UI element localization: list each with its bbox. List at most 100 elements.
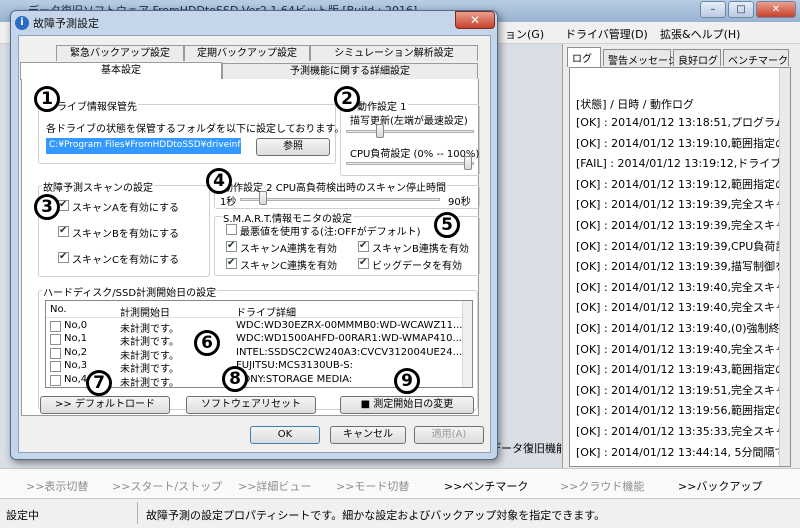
log-line: [OK] : 2014/01/12 13:19:51,完全スキャ: [576, 383, 786, 397]
worst-value-label: 最悪値を使用する(注:OFFがデフォルト): [240, 227, 421, 238]
start-stop-button[interactable]: >>スタート/ストップ: [112, 478, 222, 494]
scan-c-label: スキャンCを有効にする: [72, 255, 180, 266]
benchmark-button[interactable]: >>ベンチマーク: [444, 478, 528, 494]
bottom-action-bar: >>表示切替 >>スタート/ストップ >>詳細ビュー >>モード切替 >>ベンチ…: [0, 468, 800, 498]
cpu-load-track: [346, 162, 474, 165]
draw-update-track: [346, 130, 474, 133]
row-detail: WDC:WD1500AHFD-00RAR1:WD-WMAP410...: [236, 333, 462, 345]
column-no: No.: [50, 304, 67, 315]
row-checkbox[interactable]: [50, 321, 61, 332]
ok-button[interactable]: OK: [250, 426, 320, 444]
smart-scan-a-label: スキャンA連携を有効: [240, 244, 337, 255]
tab-periodic-backup[interactable]: 定期バックアップ設定: [184, 45, 310, 61]
status-bar: 設定中 故障予測の設定プロパティシートです。細かな設定およびバックアップ対象を指…: [0, 498, 800, 528]
row-detail: FUJITSU:MCS3130UB-S:: [236, 360, 354, 372]
row-checkbox[interactable]: [50, 361, 61, 373]
info-icon: i: [15, 16, 29, 30]
table-row[interactable]: No,2 未計測です。 INTEL:SSDSC2CW240A3:CVCV312004…: [46, 346, 464, 362]
measurement-group-label: ハードディスク/SSD計測開始日の設定: [42, 284, 218, 299]
row-checkbox[interactable]: [50, 334, 61, 346]
row-detail: INTEL:SSDSC2CW240A3:CVCV312004UE24...: [236, 346, 463, 358]
log-line: [OK] : 2014/01/12 13:19:40,完全スキャ: [576, 342, 786, 356]
tab-benchmark[interactable]: ベンチマーク: [723, 49, 789, 67]
log-scrollbar[interactable]: [779, 68, 790, 466]
row-no: No,0: [64, 320, 88, 331]
row-no: No,2: [64, 346, 88, 358]
marker-1: 1: [34, 86, 60, 112]
detail-view-button[interactable]: >>詳細ビュー: [238, 478, 311, 494]
tab-emergency-backup[interactable]: 緊急バックアップ設定: [56, 45, 184, 61]
scan-a-label: スキャンAを有効にする: [72, 203, 179, 214]
menu-driver[interactable]: ドライバ管理(D): [565, 26, 648, 42]
main-close-button[interactable]: ✕: [756, 1, 796, 18]
tab-prediction-detail[interactable]: 予測機能に関する詳細設定: [222, 63, 478, 79]
apply-button[interactable]: 適用(A): [414, 426, 484, 444]
stop-time-slider[interactable]: [259, 191, 268, 205]
table-header-divider: [46, 317, 462, 318]
stop-time-max: 90秒: [448, 197, 471, 208]
worst-value-checkbox[interactable]: [226, 224, 237, 235]
smart-scan-a-checkbox[interactable]: [226, 240, 237, 252]
cpu-load-slider[interactable]: [463, 156, 472, 170]
dialog-title: 故障予測設定: [33, 17, 99, 30]
scan-b-checkbox[interactable]: [58, 225, 69, 237]
default-load-button[interactable]: >> デフォルトロード: [40, 396, 170, 414]
menu-option[interactable]: ョン(G): [505, 26, 544, 42]
log-line: [OK] : 2014/01/12 13:19:39,完全スキャ: [576, 198, 786, 212]
browse-button[interactable]: 参照: [256, 138, 330, 156]
row-no: No,4: [64, 373, 88, 385]
log-line: [OK] : 2014/01/12 13:19:40,(0)強制終了: [576, 322, 791, 335]
smart-scan-b-label: スキャンB連携を有効: [372, 244, 469, 255]
marker-2: 2: [334, 86, 360, 112]
marker-4: 4: [206, 168, 232, 194]
smart-scan-c-checkbox[interactable]: [226, 257, 237, 269]
tab-log[interactable]: ログ: [567, 47, 601, 67]
software-reset-button[interactable]: ソフトウェアリセット: [186, 396, 316, 414]
log-line: [OK] : 2014/01/12 13:19:12,範囲指定の: [576, 177, 786, 191]
tab-good-log[interactable]: 良好ログ: [673, 49, 721, 67]
marker-3: 3: [34, 194, 60, 220]
table-row[interactable]: No,1 未計測です。 WDC:WD1500AHFD-00RAR1:WD-WMAP4…: [46, 333, 464, 348]
table-row[interactable]: No,0 未計測です。 WDC:WD30EZRX-00MMMB0:WD-WCAWZ1…: [46, 320, 464, 335]
dialog-close-button[interactable]: ✕: [455, 11, 495, 29]
row-date: 未計測です。: [120, 377, 179, 388]
log-line: [OK] : 2014/01/12 13:19:39,完全スキャ: [576, 219, 786, 232]
log-line: [OK] : 2014/01/12 13:19:39,描写制御を: [576, 260, 786, 274]
status-divider: [137, 502, 138, 524]
log-line: [OK] : 2014/01/12 13:35:33,完全スキャ: [576, 425, 786, 438]
view-toggle-button[interactable]: >>表示切替: [26, 478, 88, 494]
marker-6: 6: [194, 330, 220, 356]
log-list[interactable]: [状態] / 日時 / 動作ログ [OK] : 2014/01/12 13:18…: [569, 67, 791, 467]
backup-button[interactable]: >>バックアップ: [678, 478, 762, 494]
cpu-load-label: CPU負荷設定 (0% -- 100%): [350, 149, 480, 160]
row-detail: SONY:STORAGE MEDIA:: [236, 373, 353, 385]
menu-help[interactable]: 拡張&ヘルプ(H): [660, 26, 740, 42]
scan-c-checkbox[interactable]: [58, 251, 69, 263]
tab-warning-messages[interactable]: 警告メッセージ: [603, 49, 678, 67]
smart-scan-b-checkbox[interactable]: [358, 240, 369, 252]
maximize-button[interactable]: □: [728, 1, 754, 18]
marker-8: 8: [222, 366, 248, 392]
folder-path-input[interactable]: C:¥Program Files¥FromHDDtoSSD¥driveinfo: [46, 138, 241, 154]
change-start-date-button[interactable]: ■ 測定開始日の変更: [340, 396, 474, 414]
marker-7: 7: [86, 370, 112, 396]
log-line: [OK] : 2014/01/12 13:19:43,範囲指定の: [576, 363, 786, 377]
data-recovery-label: データ復旧機能: [490, 442, 567, 455]
log-line: [OK] : 2014/01/12 13:19:56,範囲指定の: [576, 404, 786, 418]
table-scrollbar[interactable]: [462, 301, 472, 387]
status-state: 設定中: [6, 509, 39, 522]
log-line: [OK] : 2014/01/12 13:44:14, 5分間隔で: [576, 445, 786, 459]
cancel-button[interactable]: キャンセル: [330, 426, 406, 444]
stop-time-track: [240, 198, 440, 201]
draw-update-slider[interactable]: [376, 124, 384, 138]
minimize-button[interactable]: –: [700, 1, 726, 18]
stop-time-min: 1秒: [220, 197, 237, 208]
row-checkbox[interactable]: [50, 347, 61, 359]
log-line: [OK] : 2014/01/12 13:45:01,故障予測設: [576, 464, 786, 466]
big-data-checkbox[interactable]: [358, 257, 369, 269]
tab-simulation-analysis[interactable]: シミュレーション解析設定: [310, 45, 478, 61]
tab-basic-settings[interactable]: 基本設定: [20, 62, 222, 80]
cloud-button[interactable]: >>クラウド機能: [560, 478, 644, 494]
mode-toggle-button[interactable]: >>モード切替: [336, 478, 409, 494]
row-checkbox[interactable]: [50, 374, 61, 386]
